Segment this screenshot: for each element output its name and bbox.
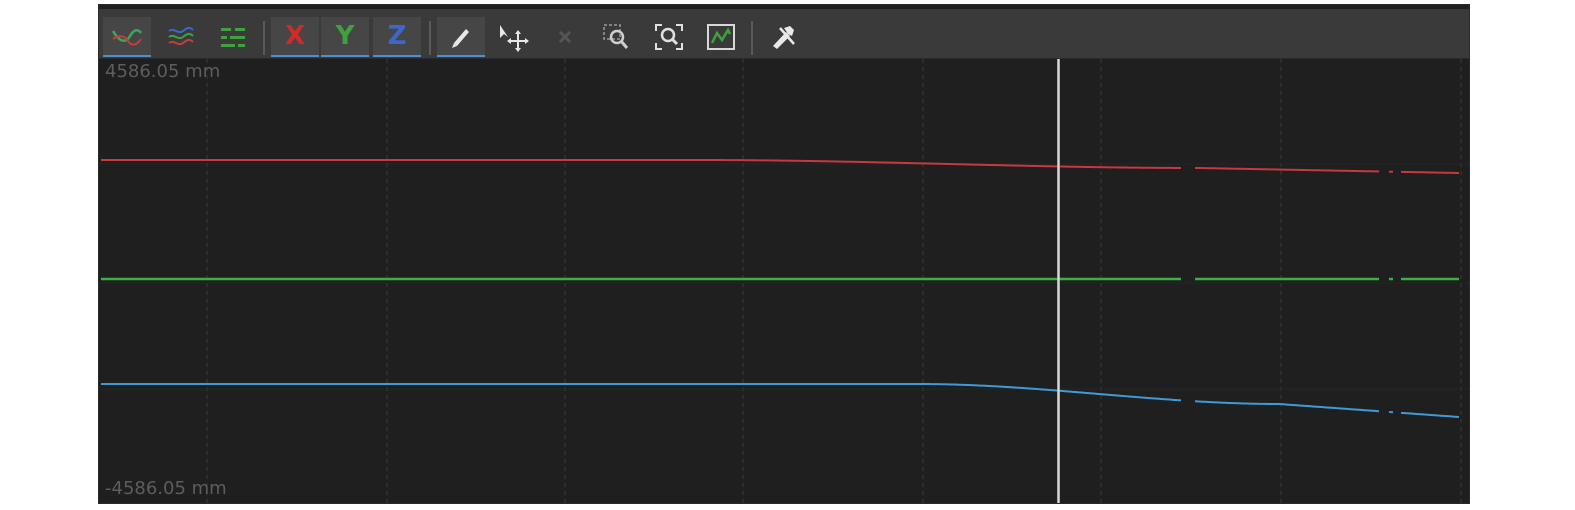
curve-graph-canvas — [99, 59, 1469, 503]
zoom-extents-icon — [655, 24, 683, 50]
toolbar-separator — [751, 21, 753, 55]
curve-graph[interactable]: 4586.05 mm -4586.05 mm — [99, 59, 1469, 503]
zoom-selection-button[interactable] — [593, 17, 641, 57]
curve-view-icon — [111, 29, 142, 46]
curve-editor-panel: X Y Z 4586.05 mm -4586.05 mm — [98, 4, 1470, 504]
y-axis-icon: Y — [335, 21, 355, 51]
select-move-tool-button[interactable] — [489, 17, 537, 57]
draw-tool-button[interactable] — [437, 17, 485, 57]
select-move-icon — [500, 25, 529, 52]
toggle-y-axis-button[interactable]: Y — [321, 17, 369, 57]
x-position-curve[interactable] — [101, 159, 1460, 174]
axis-max-label: 4586.05 mm — [105, 61, 221, 82]
toolbar-separator — [429, 21, 431, 55]
curve-editor-toolbar: X Y Z — [99, 9, 1469, 59]
pencil-icon — [452, 29, 469, 48]
zoom-selection-icon — [603, 24, 629, 49]
stacked-curves-button[interactable] — [157, 17, 205, 57]
delete-keys-button[interactable] — [541, 17, 589, 57]
stacked-curves-icon — [168, 26, 194, 46]
axis-min-label: -4586.05 mm — [105, 478, 227, 499]
zoom-extents-button[interactable] — [645, 17, 693, 57]
curve-view-button[interactable] — [103, 17, 151, 57]
tools-icon — [773, 26, 795, 49]
z-axis-icon: Z — [387, 21, 407, 51]
x-axis-icon: X — [284, 21, 306, 51]
curve-options-button[interactable] — [759, 17, 807, 57]
dopesheet-icon — [221, 28, 245, 47]
toggle-z-axis-button[interactable]: Z — [373, 17, 421, 57]
toggle-x-axis-button[interactable]: X — [271, 17, 319, 57]
toolbar-separator — [263, 21, 265, 55]
frame-curves-icon — [707, 24, 735, 50]
dopesheet-button[interactable] — [209, 17, 257, 57]
close-icon — [558, 30, 572, 44]
frame-curves-button[interactable] — [697, 17, 745, 57]
grid-lines — [99, 59, 1469, 503]
